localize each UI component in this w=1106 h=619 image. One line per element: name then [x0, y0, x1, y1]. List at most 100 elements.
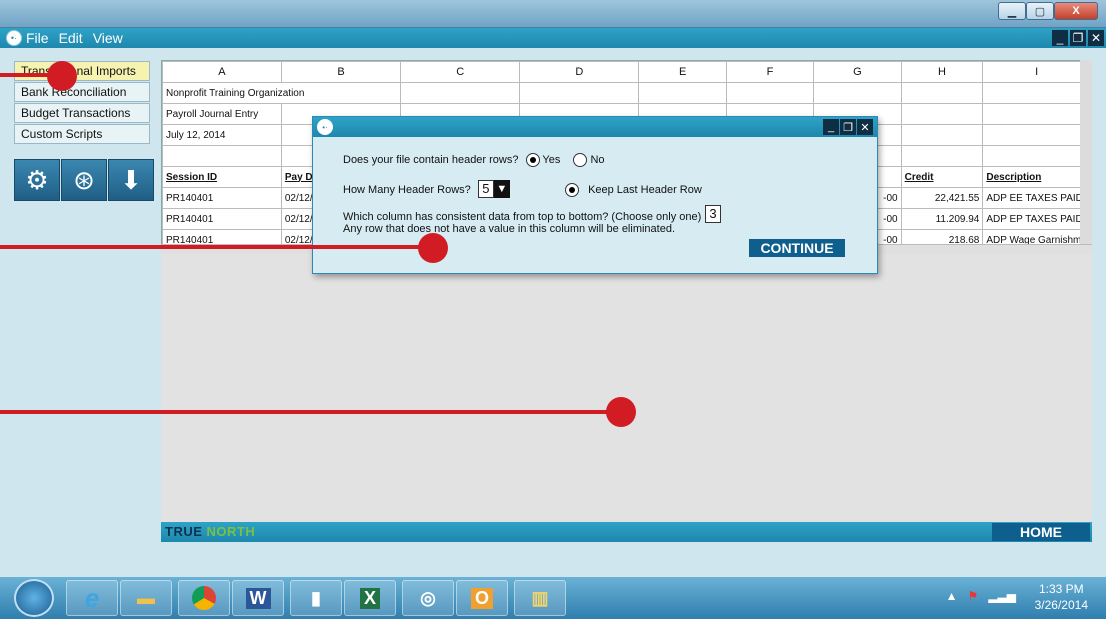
- radio-yes-label: Yes: [542, 153, 561, 166]
- cell[interactable]: 11.209.94: [900, 208, 984, 230]
- cell[interactable]: PR140401: [162, 208, 282, 230]
- minimize-button[interactable]: ▁: [998, 2, 1026, 20]
- close-icon[interactable]: ✕: [857, 119, 873, 135]
- main-content-area: [161, 254, 1092, 522]
- cell[interactable]: [813, 82, 902, 104]
- annotation-line: [0, 410, 608, 414]
- cell[interactable]: Session ID: [162, 166, 282, 188]
- column-header[interactable]: F: [725, 61, 815, 83]
- taskbar-word[interactable]: W: [232, 580, 284, 616]
- excel-icon: X: [359, 587, 380, 609]
- cell[interactable]: [638, 82, 727, 104]
- maximize-button[interactable]: ▢: [1026, 2, 1054, 20]
- network-icon[interactable]: ⚑: [968, 589, 979, 603]
- vertical-scrollbar[interactable]: [1080, 60, 1092, 244]
- cell[interactable]: [400, 82, 521, 104]
- home-button[interactable]: HOME: [992, 523, 1090, 541]
- cell[interactable]: [900, 124, 984, 146]
- column-header[interactable]: C: [400, 61, 521, 83]
- sidebar-item-transactional-imports[interactable]: Transactional Imports: [14, 61, 150, 81]
- system-clock[interactable]: 1:33 PM 3/26/2014: [1035, 581, 1088, 613]
- taskbar-chrome[interactable]: [178, 580, 230, 616]
- radio-no[interactable]: [573, 153, 588, 167]
- column-header[interactable]: H: [900, 61, 984, 83]
- minimize-icon[interactable]: _: [823, 119, 839, 135]
- radio-keep-last[interactable]: [565, 183, 579, 197]
- cell[interactable]: Description: [982, 166, 1091, 188]
- app-close-icon[interactable]: ✕: [1088, 30, 1104, 46]
- ie-icon: e: [84, 582, 100, 613]
- start-button[interactable]: [14, 579, 54, 617]
- column-header[interactable]: E: [638, 61, 727, 83]
- continue-button[interactable]: CONTINUE: [749, 239, 845, 257]
- annotation-line: [0, 245, 420, 249]
- cell[interactable]: [982, 124, 1091, 146]
- cell[interactable]: [900, 82, 984, 104]
- taskbar-outlook[interactable]: O: [456, 580, 508, 616]
- header-rows-label: How Many Header Rows?: [343, 184, 471, 196]
- taskbar-app[interactable]: ▮: [290, 580, 342, 616]
- dropdown-arrow-icon[interactable]: ▼: [493, 180, 510, 198]
- cell[interactable]: [725, 82, 815, 104]
- brand-logo: TRUE NORTH: [165, 524, 255, 539]
- consistent-column-value[interactable]: 3: [705, 205, 721, 223]
- column-header-row: A B C D E F G H I: [162, 61, 1091, 83]
- elimination-note: Any row that does not have a value in th…: [343, 223, 676, 235]
- lifebuoy-icon: ⊛: [73, 164, 95, 195]
- menu-file[interactable]: File: [26, 30, 49, 46]
- column-header[interactable]: G: [813, 61, 902, 83]
- cell[interactable]: [162, 145, 282, 167]
- sidebar-item-custom-scripts[interactable]: Custom Scripts: [14, 124, 150, 144]
- window-titlebar: ▁ ▢ X: [0, 0, 1106, 28]
- column-header[interactable]: B: [280, 61, 402, 83]
- menu-view[interactable]: View: [93, 30, 123, 46]
- download-icon: ⬇: [120, 164, 142, 195]
- import-tool-button[interactable]: ⬇: [108, 159, 154, 201]
- help-tool-button[interactable]: ⊛: [61, 159, 107, 201]
- cell[interactable]: [982, 145, 1091, 167]
- tray-expand-icon[interactable]: ▲: [946, 589, 958, 603]
- cell[interactable]: [982, 103, 1091, 125]
- taskbar-app-circle[interactable]: ◎: [402, 580, 454, 616]
- cell[interactable]: ADP EP TAXES PAID: [982, 208, 1091, 230]
- menu-edit[interactable]: Edit: [59, 30, 83, 46]
- brand-north-text: NORTH: [206, 524, 256, 539]
- cell[interactable]: ADP EE TAXES PAID: [982, 187, 1091, 209]
- settings-tool-button[interactable]: ⚙: [14, 159, 60, 201]
- taskbar-internet-explorer[interactable]: e: [66, 580, 118, 616]
- cell[interactable]: Payroll Journal Entry: [162, 103, 282, 125]
- column-header[interactable]: I: [982, 61, 1091, 83]
- keep-last-label: Keep Last Header Row: [588, 183, 702, 196]
- circle-app-icon: ◎: [420, 587, 436, 608]
- taskbar-file-explorer[interactable]: ▬: [120, 580, 172, 616]
- cell[interactable]: PR140401: [162, 187, 282, 209]
- cell[interactable]: 22,421.55: [900, 187, 984, 209]
- cell[interactable]: [900, 145, 984, 167]
- cell[interactable]: [900, 103, 984, 125]
- sidebar-item-bank-reconciliation[interactable]: Bank Reconciliation: [14, 82, 150, 102]
- cell[interactable]: Credit: [900, 166, 984, 188]
- close-button[interactable]: X: [1054, 2, 1098, 20]
- app-restore-icon[interactable]: ❐: [1070, 30, 1086, 46]
- import-options-dialog: •· _ ❐ ✕ Does your file contain header r…: [312, 116, 878, 274]
- annotation-dot: [47, 61, 77, 91]
- cell[interactable]: July 12, 2014: [162, 124, 282, 146]
- sidebar-item-budget-transactions[interactable]: Budget Transactions: [14, 103, 150, 123]
- books-icon: ▥: [531, 587, 549, 608]
- clock-date: 3/26/2014: [1034, 598, 1088, 612]
- app-minimize-icon[interactable]: _: [1052, 30, 1068, 46]
- cell[interactable]: [519, 82, 640, 104]
- taskbar-excel[interactable]: X: [344, 580, 396, 616]
- radio-no-label: No: [590, 153, 605, 166]
- radio-yes[interactable]: [525, 153, 540, 167]
- signal-icon[interactable]: ▂▃▅: [988, 589, 1016, 603]
- cell[interactable]: Nonprofit Training Organization: [162, 82, 401, 104]
- header-rows-value[interactable]: 5: [477, 180, 494, 198]
- column-header[interactable]: A: [162, 61, 282, 83]
- header-rows-question: Does your file contain header rows? Yes …: [343, 153, 605, 167]
- system-tray: ▲ ⚑ ▂▃▅: [946, 589, 1016, 603]
- taskbar-app-books[interactable]: ▥: [514, 580, 566, 616]
- cell[interactable]: [982, 82, 1091, 104]
- restore-icon[interactable]: ❐: [840, 119, 856, 135]
- column-header[interactable]: D: [519, 61, 640, 83]
